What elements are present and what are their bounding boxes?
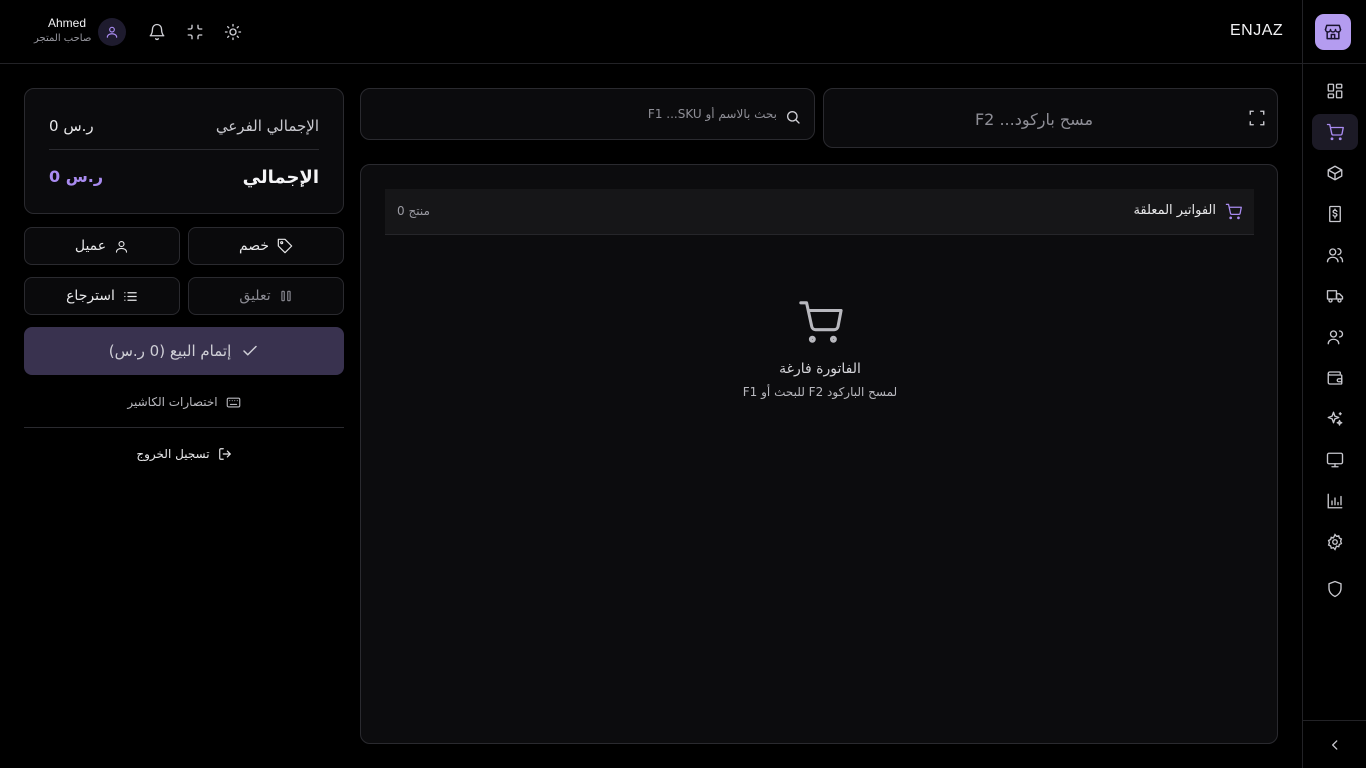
receipt-dollar-icon xyxy=(1329,205,1341,223)
app-logo[interactable] xyxy=(1315,14,1351,50)
empty-invoice-title: الفاتورة فارغة xyxy=(779,361,861,377)
sidebar-item-products[interactable] xyxy=(1312,155,1358,191)
checkout-button[interactable]: إتمام البيع (0 ر.س) xyxy=(24,327,344,375)
sidebar-item-invoices[interactable] xyxy=(1312,196,1358,232)
subtotal-value: 0 ر.س xyxy=(49,117,94,135)
shield-icon xyxy=(1328,580,1342,598)
sidebar-collapse-button[interactable] xyxy=(1325,735,1345,755)
product-search-input[interactable] xyxy=(377,101,777,127)
user-icon xyxy=(106,26,118,38)
totals-card: الإجمالي الفرعي 0 ر.س الإجمالي 0 ر.س xyxy=(24,88,344,214)
hold-label: تعليق xyxy=(239,288,271,304)
return-label: استرجاع xyxy=(66,288,115,304)
discount-label: خصم xyxy=(238,238,270,254)
sidebar-item-dashboard[interactable] xyxy=(1312,73,1358,109)
checkout-label: إتمام البيع (0 ر.س) xyxy=(108,342,232,360)
notifications-button[interactable] xyxy=(147,22,167,42)
sidebar-bottom-divider xyxy=(1303,720,1366,721)
avatar[interactable] xyxy=(98,18,126,46)
bell-icon xyxy=(149,23,165,41)
chevron-left-icon xyxy=(1332,740,1338,750)
left-divider xyxy=(24,427,344,428)
shortcuts-label: اختصارات الكاشير xyxy=(127,395,218,409)
top-header: Ahmed صاحب المتجر ENJAZ xyxy=(0,0,1302,64)
invoice-tab-bar: الفواتير المعلقة 0 منتج xyxy=(385,189,1254,235)
sidebar-divider xyxy=(1303,63,1366,64)
sun-icon xyxy=(224,23,242,41)
list-icon xyxy=(124,291,137,301)
sidebar-item-pos[interactable] xyxy=(1312,114,1358,150)
settings-icon xyxy=(1327,533,1343,551)
product-search-box xyxy=(360,88,815,140)
logout-icon xyxy=(218,448,231,460)
user-name: Ahmed xyxy=(48,16,87,30)
empty-cart-icon xyxy=(799,301,843,343)
sidebar-item-suppliers[interactable] xyxy=(1312,278,1358,314)
customer-button[interactable]: عميل xyxy=(24,227,180,265)
sidebar-item-ai[interactable] xyxy=(1312,401,1358,437)
total-value: 0 ر.س xyxy=(49,167,104,186)
cashier-shortcuts-link[interactable]: اختصارات الكاشير xyxy=(24,392,344,412)
total-label: الإجمالي xyxy=(242,167,319,188)
store-icon xyxy=(1324,24,1342,40)
sidebar-item-reports[interactable] xyxy=(1312,483,1358,519)
team-icon xyxy=(1327,330,1344,345)
wallet-icon xyxy=(1327,371,1343,385)
discount-button[interactable]: خصم xyxy=(188,227,344,265)
users-icon xyxy=(1326,247,1344,263)
check-icon xyxy=(243,345,258,356)
dashboard-icon xyxy=(1327,83,1343,99)
sidebar-item-staff[interactable] xyxy=(1312,319,1358,355)
sidebar-item-wallet[interactable] xyxy=(1312,360,1358,396)
truck-icon xyxy=(1326,290,1344,303)
sidebar-item-customers[interactable] xyxy=(1312,237,1358,273)
invoice-panel: الفواتير المعلقة 0 منتج الفاتورة فارغة F… xyxy=(360,164,1278,744)
keyboard-icon xyxy=(226,397,240,407)
customer-label: عميل xyxy=(74,238,107,254)
minimize-icon xyxy=(187,24,203,40)
logout-label: تسجيل الخروج xyxy=(136,447,210,461)
sidebar xyxy=(1302,0,1366,768)
box-icon xyxy=(1327,165,1343,181)
user-icon xyxy=(116,240,128,253)
tag-icon xyxy=(277,238,293,254)
search-icon xyxy=(787,111,800,124)
sidebar-item-display[interactable] xyxy=(1312,442,1358,478)
hold-button[interactable]: تعليق xyxy=(188,277,344,315)
brand-name: ENJAZ xyxy=(1230,22,1284,39)
sidebar-item-security[interactable] xyxy=(1312,571,1358,607)
barcode-scan-box xyxy=(823,88,1278,148)
pause-icon xyxy=(280,290,291,302)
sparkles-icon xyxy=(1327,411,1343,426)
return-button[interactable]: استرجاع xyxy=(24,277,180,315)
cart-icon xyxy=(1326,123,1344,141)
scan-icon[interactable] xyxy=(1248,109,1266,127)
logout-link[interactable]: تسجيل الخروج xyxy=(24,444,344,464)
subtotal-label: الإجمالي الفرعي xyxy=(215,117,319,135)
empty-invoice-hint: F1 للبحث أو F2 لمسح الباركود xyxy=(742,385,898,399)
pending-invoices-tab[interactable]: الفواتير المعلقة xyxy=(1133,203,1216,218)
theme-toggle-button[interactable] xyxy=(223,22,243,42)
totals-divider xyxy=(49,149,319,150)
barcode-input[interactable] xyxy=(844,105,1224,133)
bar-chart-icon xyxy=(1327,493,1343,509)
item-count: 0 منتج xyxy=(397,204,430,218)
user-role: صاحب المتجر xyxy=(34,33,92,44)
monitor-icon xyxy=(1326,452,1344,468)
fullscreen-exit-button[interactable] xyxy=(185,22,205,42)
sidebar-item-settings[interactable] xyxy=(1312,524,1358,560)
cart-icon xyxy=(1225,203,1242,220)
